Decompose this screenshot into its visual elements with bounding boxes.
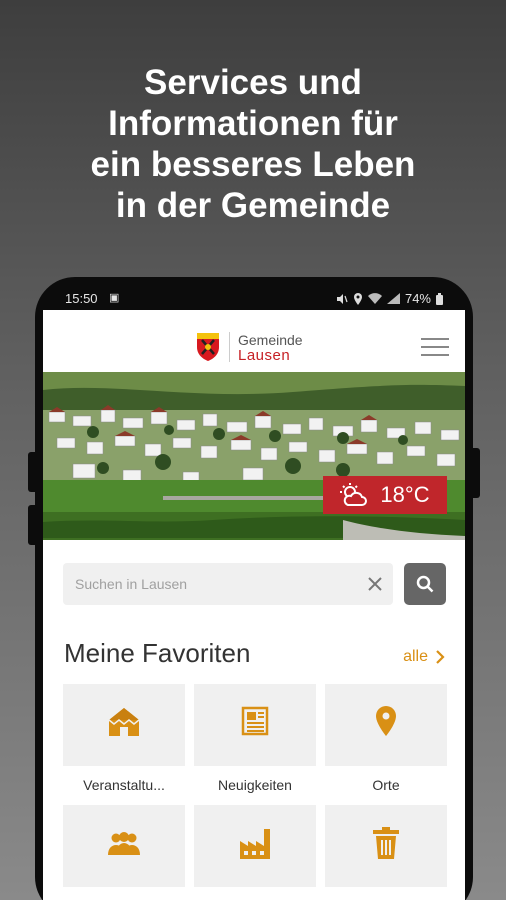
status-time: 15:50 (65, 291, 98, 306)
headline-line-3: ein besseres Leben (90, 145, 416, 184)
favorite-label-events: Veranstaltu... (83, 777, 165, 793)
favorites-all-label: alle (403, 648, 428, 665)
search-box (63, 563, 393, 605)
logo-text-gemeinde: Gemeinde (238, 332, 303, 348)
app-screen: Gemeinde Lausen 18°C Suchen in Lausen Me… (43, 310, 465, 900)
favorite-tile-places[interactable] (325, 684, 447, 766)
favorite-tile-waste[interactable] (325, 805, 447, 887)
village-landscape-image (43, 372, 465, 540)
chevron-right-icon (436, 650, 445, 664)
headline-line-4: in der Gemeinde (115, 186, 391, 225)
sim-icon: ▣ (109, 292, 120, 304)
location-pin-icon (376, 706, 396, 736)
logo-text-lausen: Lausen (238, 347, 291, 364)
favorite-label-news: Neuigkeiten (218, 777, 292, 793)
hamburger-menu-icon[interactable] (421, 338, 449, 358)
phone-volume-button (28, 452, 38, 492)
favorite-tile-news[interactable] (194, 684, 316, 766)
search-button[interactable] (404, 563, 446, 605)
lausen-crest-logo (197, 333, 219, 361)
favorite-tile-industry[interactable] (194, 805, 316, 887)
search-input[interactable] (63, 563, 363, 605)
partly-cloudy-icon (340, 483, 368, 506)
favorites-all-link[interactable]: alle (403, 648, 445, 666)
favorites-title: Meine Favoriten (64, 638, 251, 668)
favorite-tile-community[interactable] (63, 805, 185, 887)
favorite-label-places: Orte (372, 777, 400, 793)
favorite-tile-events[interactable] (63, 684, 185, 766)
status-bar: 15:50 ▣ 74% (43, 285, 465, 310)
status-icons: 74% (336, 291, 443, 306)
weather-badge[interactable]: 18°C (323, 476, 447, 514)
promo-headline: Services und Informationen für ein besse… (0, 62, 506, 226)
newspaper-icon (241, 706, 269, 736)
headline-line-2: Informationen für (108, 104, 398, 143)
mute-icon (336, 293, 348, 304)
people-group-icon (108, 832, 140, 855)
location-icon (353, 292, 362, 305)
battery-icon (436, 292, 443, 305)
battery-percent: 74% (404, 291, 431, 306)
hero-image (43, 372, 465, 540)
logo-divider (229, 332, 230, 362)
house-tent-icon (108, 708, 140, 736)
headline-line-1: Services und (144, 63, 362, 102)
signal-icon (386, 293, 400, 304)
phone-power-button (470, 448, 480, 498)
weather-temperature: 18°C (380, 482, 430, 507)
search-icon (416, 575, 434, 593)
factory-icon (240, 829, 270, 859)
app-header: Gemeinde Lausen (43, 310, 465, 372)
wifi-icon (367, 293, 382, 304)
clear-icon[interactable] (365, 574, 385, 594)
trash-icon (373, 827, 399, 859)
phone-volume-button-2 (28, 505, 38, 545)
